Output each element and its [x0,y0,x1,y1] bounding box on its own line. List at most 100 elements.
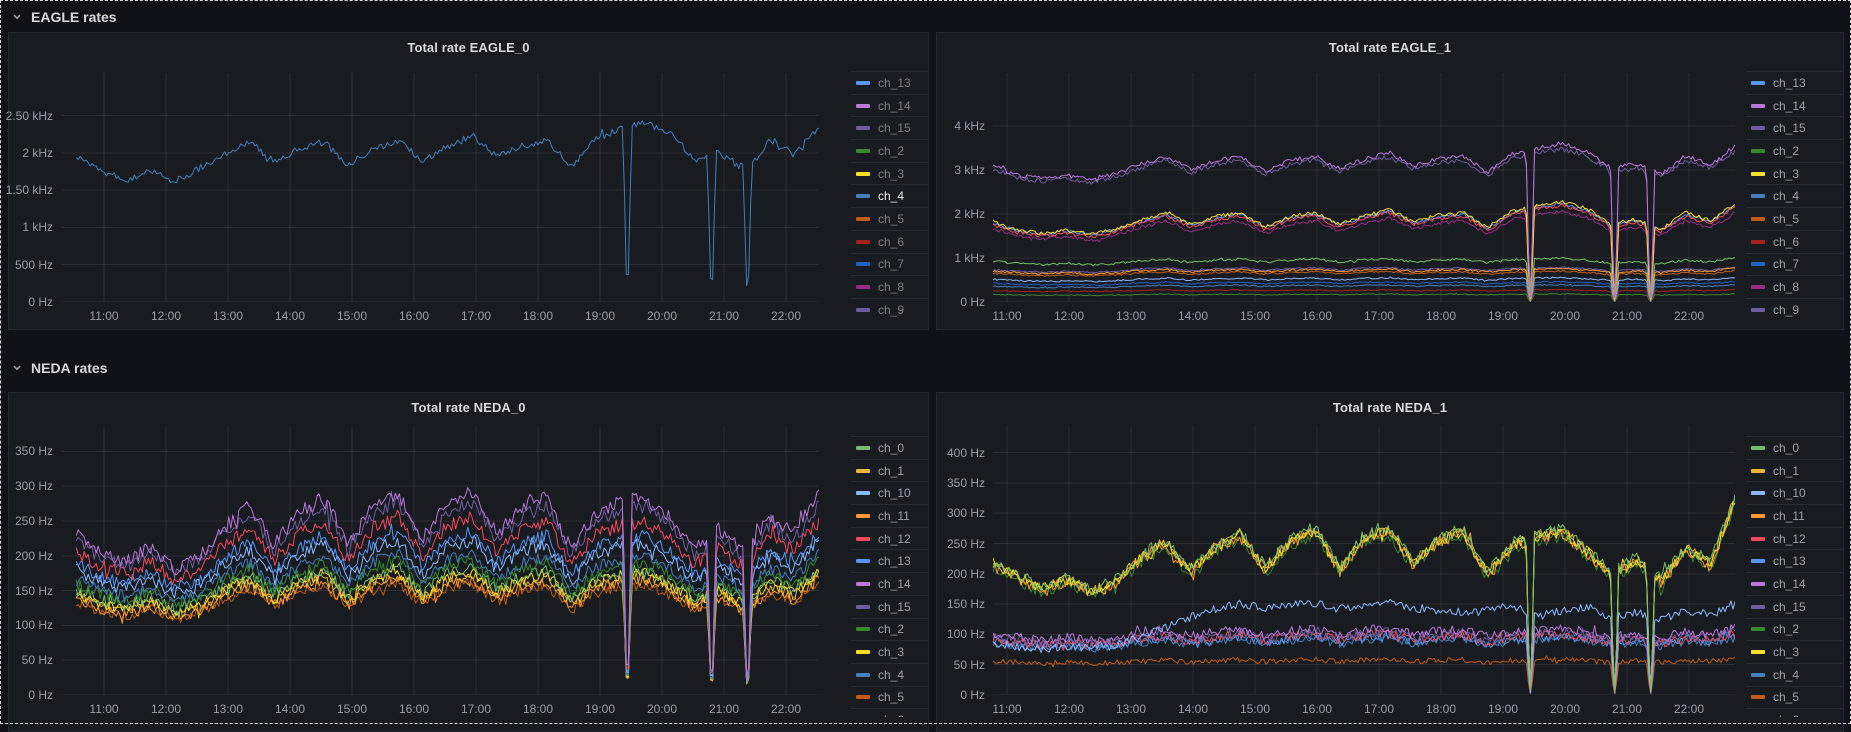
series-color-swatch [1751,172,1765,176]
legend-item-ch_14[interactable]: ch_14 [851,572,928,595]
x-tick-label: 15:00 [1240,309,1270,323]
legend-item-ch_9[interactable]: ch_9 [1746,298,1843,321]
x-tick-label: 11:00 [89,309,118,323]
legend-item-ch_8[interactable]: ch_8 [851,275,928,298]
series-color-swatch [1751,673,1765,677]
time-series-plot[interactable] [993,73,1735,302]
legend-item-ch_10[interactable]: ch_10 [851,481,928,504]
legend-item-ch_13[interactable]: ch_13 [851,549,928,572]
row-panels: Total rate EAGLE_0 ch_13ch_14ch_15ch_2ch… [0,32,1851,330]
legend-item-ch_2[interactable]: ch_2 [1746,618,1843,641]
legend-item-ch_13[interactable]: ch_13 [1746,71,1843,94]
series-color-swatch [856,446,870,450]
legend-item-ch_15[interactable]: ch_15 [1746,116,1843,139]
series-color-swatch [856,559,870,563]
legend-item-ch_15[interactable]: ch_15 [851,595,928,618]
x-tick-label: 21:00 [1612,309,1642,323]
legend-item-ch_6[interactable]: ch_6 [1746,230,1843,253]
legend-item-ch_5[interactable]: ch_5 [1746,207,1843,230]
legend-item-ch_3[interactable]: ch_3 [1746,162,1843,185]
legend-label: ch_2 [878,145,904,157]
time-series-plot[interactable] [61,73,819,302]
legend: ch_0ch_1ch_10ch_11ch_12ch_13ch_14ch_15ch… [851,436,928,717]
legend-item-ch_12[interactable]: ch_12 [1746,527,1843,550]
legend-item-ch_15[interactable]: ch_15 [851,116,928,139]
legend-item-ch_14[interactable]: ch_14 [851,94,928,117]
legend-item-ch_4[interactable]: ch_4 [1746,663,1843,686]
legend-item-ch_5[interactable]: ch_5 [1746,686,1843,709]
legend-label: ch_0 [1773,442,1799,454]
legend-item-ch_7[interactable]: ch_7 [851,253,928,276]
legend-item-ch_13[interactable]: ch_13 [851,71,928,94]
series-color-swatch [856,650,870,654]
legend-item-ch_11[interactable]: ch_11 [851,504,928,527]
row-header-eagle[interactable]: EAGLE rates [0,0,1851,32]
dashboard-row: NEDA rates Total rate NEDA_0 ch_0ch_1ch_… [0,330,1851,732]
legend-item-ch_11[interactable]: ch_11 [1746,504,1843,527]
legend-item-ch_4[interactable]: ch_4 [851,184,928,207]
x-tick-label: 14:00 [1178,309,1208,323]
legend-item-ch_0[interactable]: ch_0 [1746,436,1843,459]
legend-item-ch_13[interactable]: ch_13 [1746,549,1843,572]
legend-item-ch_6[interactable]: ch_6 [1746,708,1843,717]
x-tick-label: 19:00 [1488,702,1518,716]
time-series-plot[interactable] [61,427,819,695]
legend-label: ch_2 [1773,623,1799,635]
legend-item-ch_4[interactable]: ch_4 [851,663,928,686]
legend: ch_0 ch_1ch_10ch_11ch_12ch_13ch_14ch_15ch… [1746,436,1843,717]
series-color-swatch [856,605,870,609]
panel-title[interactable]: Total rate NEDA_1 [937,400,1843,415]
legend-item-ch_1[interactable]: ch_1 [1746,459,1843,482]
legend-label: ch_10 [878,487,911,499]
legend-item-ch_2[interactable]: ch_2 [1746,139,1843,162]
y-tick-label: 500 Hz [0,258,53,272]
time-series-plot[interactable] [993,427,1735,695]
legend-item-ch_0[interactable]: ch_0 [851,436,928,459]
series-color-swatch [1751,537,1765,541]
legend-item-ch_3[interactable]: ch_3 [851,640,928,663]
legend-label: ch_13 [878,555,911,567]
y-tick-label: 0 Hz [923,295,985,309]
legend-item-ch_15[interactable]: ch_15 [1746,595,1843,618]
legend-item-ch_1[interactable]: ch_1 [851,459,928,482]
series-color-swatch [856,217,870,221]
y-tick-label: 2.50 kHz [0,109,53,123]
legend-item-ch_10[interactable]: ch_10 [1746,481,1843,504]
legend-item-ch_14[interactable]: ch_14 [1746,94,1843,117]
legend-item-ch_9[interactable]: ch_9 [851,298,928,321]
legend-item-ch_6[interactable]: ch_6 [851,230,928,253]
legend-item-ch_6[interactable]: ch_6 [851,708,928,717]
legend-item-ch_7[interactable]: ch_7 [1746,253,1843,276]
row-panels: Total rate NEDA_0 ch_0ch_1ch_10ch_11ch_1… [0,392,1851,732]
legend-item-ch_14[interactable]: ch_14 [1746,572,1843,595]
series-color-swatch [1751,469,1765,473]
legend-item-ch_12[interactable]: ch_12 [851,527,928,550]
legend-item-ch_2[interactable]: ch_2 [851,139,928,162]
y-tick-label: 350 Hz [0,444,53,458]
x-tick-label: 12:00 [151,702,181,716]
grid-lines [61,427,819,695]
series-color-swatch [856,81,870,85]
row-header-neda[interactable]: NEDA rates [0,330,1851,392]
legend-label: ch_3 [1773,646,1799,658]
panel-title[interactable]: Total rate EAGLE_1 [937,40,1843,55]
legend-item-ch_3[interactable]: ch_3 [1746,640,1843,663]
y-tick-label: 300 Hz [0,479,53,493]
panel-title[interactable]: Total rate EAGLE_0 [9,40,928,55]
panel-title[interactable]: Total rate NEDA_0 [9,400,928,415]
legend-item-ch_2[interactable]: ch_2 [851,618,928,641]
legend-label: ch_14 [878,100,911,112]
legend-item-ch_8[interactable]: ch_8 [1746,275,1843,298]
legend-item-ch_5[interactable]: ch_5 [851,207,928,230]
y-tick-label: 200 Hz [923,567,985,581]
legend-item-ch_4[interactable]: ch_4 [1746,184,1843,207]
legend-item-ch_5[interactable]: ch_5 [851,686,928,709]
x-tick-label: 14:00 [275,309,305,323]
legend-label: ch_3 [878,168,904,180]
x-tick-label: 11:00 [992,309,1021,323]
legend-item-ch_3[interactable]: ch_3 [851,162,928,185]
x-tick-label: 22:00 [771,702,801,716]
x-tick-label: 17:00 [461,702,491,716]
legend-label: ch_5 [1773,691,1799,703]
x-tick-label: 18:00 [523,309,553,323]
